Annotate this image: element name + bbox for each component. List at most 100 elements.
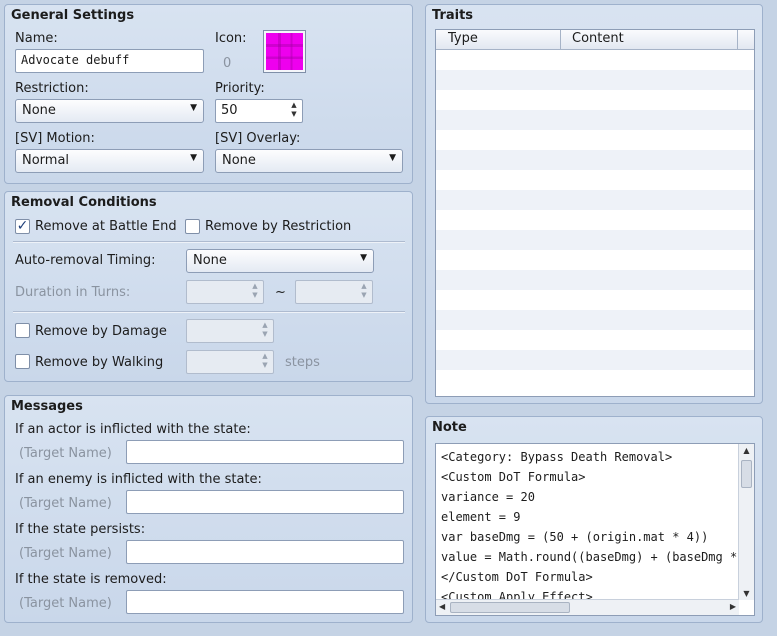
spin-arrows[interactable]: ▲ ▼ — [289, 101, 299, 119]
note-textarea[interactable]: <Category: Bypass Death Removal> <Custom… — [435, 443, 755, 616]
column-header-type[interactable]: Type — [448, 31, 478, 46]
note-title: Note — [432, 420, 467, 435]
table-row[interactable] — [436, 250, 754, 270]
messages-title: Messages — [11, 399, 83, 414]
note-vertical-scrollbar[interactable]: ▲ ▼ — [738, 444, 754, 600]
divider — [13, 241, 405, 243]
target-name-label: (Target Name) — [19, 496, 112, 511]
note-panel: Note <Category: Bypass Death Removal> <C… — [425, 416, 763, 623]
restriction-select[interactable]: None ▼ — [15, 99, 204, 123]
spin-up-icon[interactable]: ▲ — [289, 101, 299, 110]
note-horizontal-scrollbar[interactable]: ◀ ▶ — [436, 599, 739, 615]
scroll-up-icon[interactable]: ▲ — [739, 446, 754, 455]
note-line: variance = 20 — [441, 490, 535, 504]
actor-message-field[interactable] — [126, 440, 404, 464]
sv-motion-select[interactable]: Normal ▼ — [15, 149, 204, 173]
sv-motion-label: [SV] Motion: — [15, 131, 95, 146]
chevron-down-icon: ▼ — [360, 253, 367, 263]
battle-end-checkbox[interactable]: ✓ — [15, 219, 30, 234]
auto-removal-timing-value: None — [193, 253, 227, 268]
table-row[interactable] — [436, 50, 754, 70]
damage-checkbox[interactable] — [15, 323, 30, 338]
chevron-down-icon: ▼ — [389, 153, 396, 163]
sv-overlay-select[interactable]: None ▼ — [215, 149, 403, 173]
duration-max-stepper[interactable]: ▲ ▼ — [295, 280, 373, 304]
traits-rows — [436, 50, 754, 390]
restriction-label: Restriction: — [15, 81, 89, 96]
icon-label: Icon: — [215, 31, 247, 46]
table-row[interactable] — [436, 210, 754, 230]
spin-up-icon[interactable]: ▲ — [359, 282, 369, 291]
traits-table[interactable]: Type Content — [435, 29, 755, 397]
spin-down-icon[interactable]: ▼ — [250, 291, 260, 300]
table-row[interactable] — [436, 230, 754, 250]
priority-stepper[interactable]: 50 ▲ ▼ — [215, 99, 303, 123]
sv-overlay-label: [SV] Overlay: — [215, 131, 301, 146]
duration-min-stepper[interactable]: ▲ ▼ — [186, 280, 264, 304]
table-row[interactable] — [436, 370, 754, 390]
icon-picker[interactable] — [263, 30, 306, 73]
persists-message-field[interactable] — [126, 540, 404, 564]
scroll-down-icon[interactable]: ▼ — [739, 589, 754, 598]
scroll-thumb[interactable] — [741, 460, 752, 488]
spin-arrows[interactable]: ▲ ▼ — [260, 321, 270, 339]
table-row[interactable] — [436, 150, 754, 170]
restriction-value: None — [22, 103, 56, 118]
spin-up-icon[interactable]: ▲ — [260, 321, 270, 330]
table-row[interactable] — [436, 290, 754, 310]
enemy-message-field[interactable] — [126, 490, 404, 514]
state-persists-label: If the state persists: — [15, 522, 146, 537]
enemy-inflicted-label: If an enemy is inflicted with the state: — [15, 472, 262, 487]
auto-removal-timing-select[interactable]: None ▼ — [186, 249, 374, 273]
removed-message-field[interactable] — [126, 590, 404, 614]
note-line: element = 9 — [441, 510, 521, 524]
traits-title: Traits — [432, 8, 474, 23]
column-divider — [737, 30, 738, 49]
table-row[interactable] — [436, 350, 754, 370]
table-row[interactable] — [436, 190, 754, 210]
spin-down-icon[interactable]: ▼ — [260, 361, 270, 370]
table-row[interactable] — [436, 110, 754, 130]
spin-up-icon[interactable]: ▲ — [250, 282, 260, 291]
actor-inflicted-label: If an actor is inflicted with the state: — [15, 422, 251, 437]
note-line: <Custom DoT Formula> — [441, 470, 586, 484]
note-line: value = Math.round((baseDmg) + (baseDmg … — [441, 550, 752, 564]
column-header-content[interactable]: Content — [572, 31, 624, 46]
chevron-down-icon: ▼ — [190, 153, 197, 163]
table-row[interactable] — [436, 70, 754, 90]
general-settings-panel: General Settings Name: Advocate debuff I… — [4, 4, 413, 184]
table-row[interactable] — [436, 130, 754, 150]
column-divider — [560, 30, 561, 49]
name-label: Name: — [15, 31, 58, 46]
state-removed-label: If the state is removed: — [15, 572, 167, 587]
battle-end-label: Remove at Battle End — [35, 219, 177, 234]
scroll-right-icon[interactable]: ▶ — [730, 602, 736, 611]
name-field[interactable]: Advocate debuff — [15, 49, 204, 73]
spin-down-icon[interactable]: ▼ — [359, 291, 369, 300]
restriction-checkbox[interactable] — [185, 219, 200, 234]
remove-by-walking-label: Remove by Walking — [35, 355, 164, 370]
table-row[interactable] — [436, 90, 754, 110]
scroll-thumb[interactable] — [450, 602, 570, 613]
walking-steps-stepper[interactable]: ▲ ▼ — [186, 350, 274, 374]
spin-up-icon[interactable]: ▲ — [260, 352, 270, 361]
table-row[interactable] — [436, 270, 754, 290]
spin-down-icon[interactable]: ▼ — [289, 110, 299, 119]
damage-percent-stepper[interactable]: ▲ ▼ — [186, 319, 274, 343]
spin-arrows[interactable]: ▲ ▼ — [250, 282, 260, 300]
table-row[interactable] — [436, 170, 754, 190]
remove-by-restriction-label: Remove by Restriction — [205, 219, 352, 234]
duration-label: Duration in Turns: — [15, 285, 131, 300]
spin-arrows[interactable]: ▲ ▼ — [260, 352, 270, 370]
remove-by-damage-label: Remove by Damage — [35, 324, 167, 339]
table-row[interactable] — [436, 310, 754, 330]
note-line: <Category: Bypass Death Removal> — [441, 450, 673, 464]
traits-panel: Traits Type Content — [425, 4, 763, 404]
spin-down-icon[interactable]: ▼ — [260, 330, 270, 339]
priority-value: 50 — [221, 103, 238, 118]
table-row[interactable] — [436, 330, 754, 350]
spin-arrows[interactable]: ▲ ▼ — [359, 282, 369, 300]
walking-checkbox[interactable] — [15, 354, 30, 369]
divider — [13, 311, 405, 313]
scroll-left-icon[interactable]: ◀ — [439, 602, 445, 611]
